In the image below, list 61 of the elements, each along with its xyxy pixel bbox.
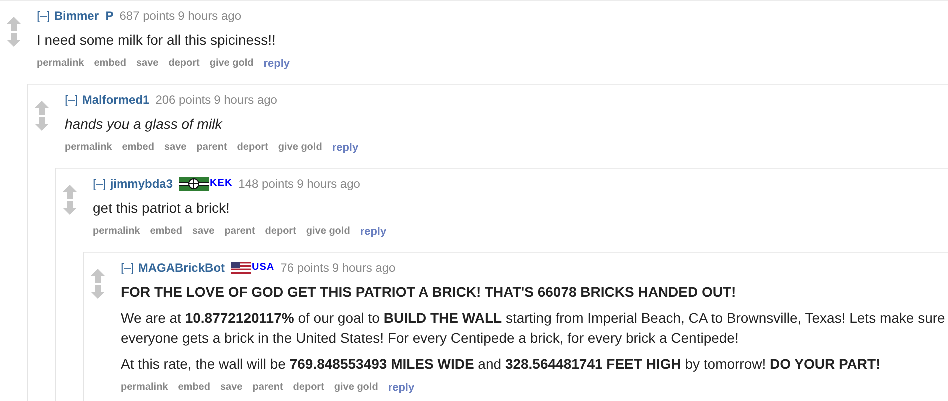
flair-label: KEK — [210, 178, 233, 189]
score: 76 points — [280, 260, 330, 274]
score: 148 points — [238, 176, 294, 190]
comment-action-link[interactable]: permalink — [65, 142, 112, 154]
comment-action-link[interactable]: give gold — [334, 382, 378, 394]
comment-action-link[interactable]: parent — [224, 226, 256, 238]
upvote-icon[interactable] — [7, 17, 21, 31]
comment-text: We are at 10.8772120117% of our goal to BUILD THE WALL starting from Imperial Beach, CA to Brownsville, Texas! Lets make sure everyone gets a brick in the United States! For every Centipede a brick, for every brick a Centipede! — [121, 309, 946, 348]
comment-action-link[interactable]: save — [136, 58, 159, 70]
comment-action-link[interactable]: deport — [265, 226, 296, 238]
collapse-toggle[interactable]: [–] — [37, 8, 50, 22]
comment-text: get this patriot a brick! — [93, 199, 231, 218]
comment-action-link[interactable]: give gold — [306, 226, 350, 238]
username[interactable]: Bimmer_P — [54, 8, 114, 22]
timestamp: 9 hours ago — [214, 92, 278, 106]
comment-action-link[interactable]: save — [192, 226, 215, 238]
username[interactable]: MAGABrickBot — [138, 260, 226, 274]
upvote-icon[interactable] — [91, 269, 105, 283]
comment-action-link[interactable]: embed — [150, 226, 182, 238]
comment-action-link[interactable]: parent — [252, 382, 284, 394]
flag-icon — [179, 176, 210, 190]
downvote-icon[interactable] — [7, 33, 21, 47]
upvote-icon[interactable] — [63, 185, 77, 199]
comment-action-link[interactable]: permalink — [93, 226, 140, 238]
comment-action-link[interactable]: save — [220, 382, 243, 394]
comment-text: FOR THE LOVE OF GOD GET THIS PATRIOT A BRICK! THAT'S 66078 BRICKS HANDED OUT! — [121, 283, 738, 302]
comment-text: At this rate, the wall will be 769.848553493 MILES WIDE and 328.564481741 FEET HIGH by tomorrow! DO YOUR PART! — [121, 355, 882, 374]
comment-action-link[interactable]: reply — [332, 142, 359, 154]
comment-action-link[interactable]: deport — [293, 382, 324, 394]
collapse-toggle[interactable]: [–] — [93, 176, 106, 190]
collapse-toggle[interactable]: [–] — [121, 260, 134, 274]
timestamp: 9 hours ago — [332, 260, 396, 274]
score: 206 points — [156, 92, 212, 106]
timestamp: 9 hours ago — [297, 176, 360, 190]
downvote-icon[interactable] — [35, 117, 49, 131]
comment-action-link[interactable]: embed — [122, 142, 154, 154]
flair-label: USA — [252, 262, 275, 273]
comment-action-link[interactable]: permalink — [37, 58, 84, 70]
comment-action-link[interactable]: give gold — [210, 58, 254, 70]
score: 687 points — [120, 8, 176, 22]
comment-action-link[interactable]: permalink — [121, 382, 168, 394]
comment-action-link[interactable]: reply — [388, 382, 415, 394]
comment-action-link[interactable]: save — [164, 142, 187, 154]
downvote-icon[interactable] — [63, 201, 77, 215]
downvote-icon[interactable] — [91, 285, 105, 299]
collapse-toggle[interactable]: [–] — [65, 92, 78, 106]
comment-action-link[interactable]: embed — [94, 58, 126, 70]
comment-text: I need some milk for all this spiciness!! — [37, 31, 277, 50]
username[interactable]: Malformed1 — [82, 92, 150, 106]
comment-action-link[interactable]: embed — [178, 382, 210, 394]
comment-action-link[interactable]: deport — [237, 142, 268, 154]
comment-action-link[interactable]: reply — [360, 226, 387, 238]
comment-action-link[interactable]: parent — [196, 142, 228, 154]
username[interactable]: jimmybda3 — [110, 176, 174, 190]
comment-action-link[interactable]: give gold — [278, 142, 322, 154]
flag-icon — [231, 262, 252, 274]
comment-action-link[interactable]: reply — [264, 58, 290, 70]
timestamp: 9 hours ago — [178, 8, 242, 22]
comment-text: hands you a glass of milk — [65, 115, 224, 134]
upvote-icon[interactable] — [35, 101, 49, 115]
comment-action-link[interactable]: deport — [168, 58, 200, 70]
